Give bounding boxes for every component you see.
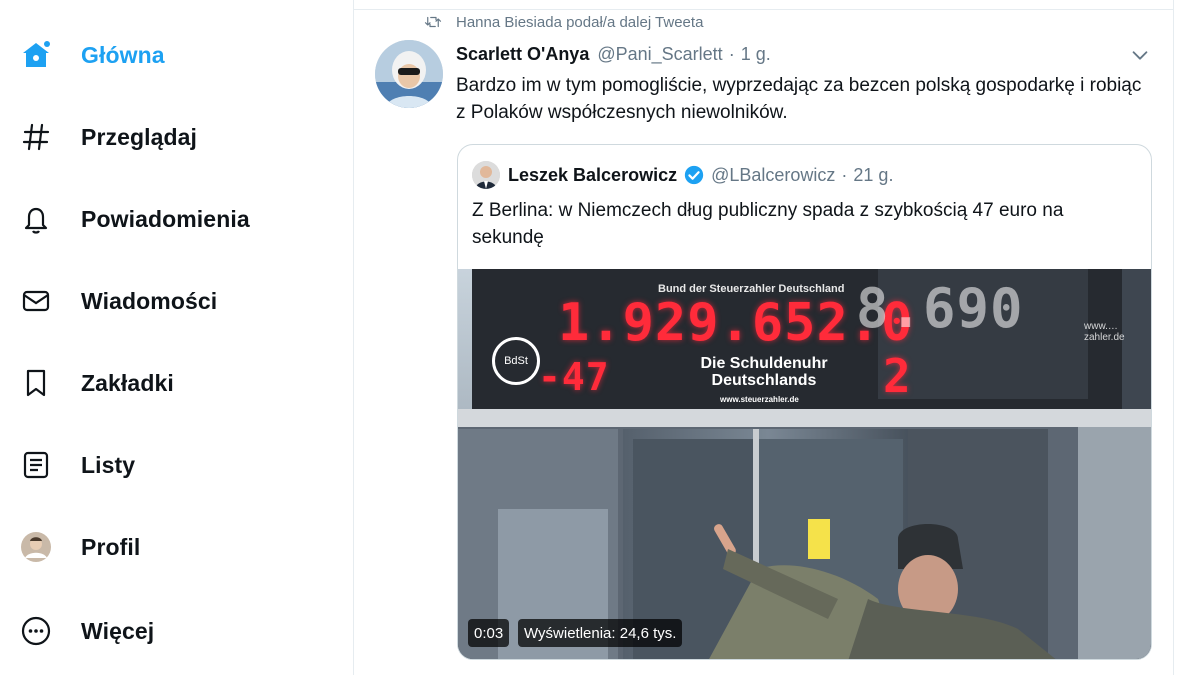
retweet-context-text: Hanna Biesiada podał/a dalej Tweeta (456, 13, 704, 31)
video-views-badge: Wyświetlenia: 24,6 tys. (518, 619, 683, 647)
quoted-author-name: Leszek Balcerowicz (508, 164, 678, 185)
bdst-logo: BdSt (492, 337, 540, 385)
video-time-badge: 0:03 (468, 619, 510, 647)
nav-item-explore[interactable]: Przeglądaj (18, 112, 197, 162)
video-player[interactable]: Bund der Steuerzahler Deutschland 1.929.… (458, 269, 1151, 659)
clock-right-sub-number: 2 (883, 349, 912, 403)
author-name[interactable]: Scarlett O'Anya (456, 44, 589, 65)
separator-dot: · (728, 44, 735, 64)
quoted-tweet-header: Leszek Balcerowicz @LBalcerowicz · 21 g. (472, 161, 893, 189)
bell-icon (18, 201, 54, 237)
author-avatar[interactable] (375, 40, 443, 108)
tweet-header: Scarlett O'Anya @Pani_Scarlett · 1 g. (456, 44, 771, 65)
nav-label-home: Główna (81, 41, 165, 68)
nav-label-notifications: Powiadomienia (81, 205, 250, 232)
hashtag-icon (18, 119, 54, 155)
clock-right-number: 8.690 (856, 277, 1024, 340)
chevron-down-icon[interactable] (1129, 44, 1151, 66)
nav-item-messages[interactable]: Wiadomości (18, 276, 217, 326)
timeline: Hanna Biesiada podał/a dalej Tweeta Scar… (354, 0, 1174, 675)
nav-label-messages: Wiadomości (81, 287, 218, 314)
sidebar-nav: Główna Przeglądaj Powiadomienia Wiadomoś… (0, 0, 354, 675)
clock-title: Die Schuldenuhr Deutschlands (700, 355, 828, 389)
clock-sub-number: -47 (538, 355, 610, 399)
home-icon (18, 37, 54, 73)
quoted-author-handle: @LBalcerowicz (711, 164, 836, 185)
clock-right-website: www.…zahler.de (1084, 321, 1125, 343)
quoted-tweet[interactable]: Leszek Balcerowicz @LBalcerowicz · 21 g.… (457, 144, 1152, 660)
list-icon (18, 447, 54, 483)
mail-icon (18, 283, 54, 319)
nav-label-more: Więcej (81, 617, 155, 644)
nav-item-lists[interactable]: Listy (18, 440, 135, 490)
more-circle-icon (18, 613, 54, 649)
nav-item-profile[interactable]: Profil (18, 522, 140, 572)
nav-item-notifications[interactable]: Powiadomienia (18, 194, 250, 244)
quoted-tweet-text: Z Berlina: w Niemczech dług publiczny sp… (472, 200, 1064, 248)
nav-label-profile: Profil (81, 533, 141, 560)
nav-item-home[interactable]: Główna (18, 30, 165, 80)
nav-label-lists: Listy (81, 451, 136, 478)
quoted-author-avatar (472, 161, 500, 189)
nav-label-bookmarks: Zakładki (81, 369, 174, 396)
retweet-icon (424, 16, 442, 28)
tweet-time[interactable]: 1 g. (741, 44, 771, 65)
bookmark-icon (18, 365, 54, 401)
tweet-text: Bardzo im w tym pomogliście, wyprzedając… (456, 75, 1142, 123)
retweet-context[interactable]: Hanna Biesiada podał/a dalej Tweeta (424, 13, 703, 31)
separator-dot: · (841, 164, 848, 185)
nav-label-explore: Przeglądaj (81, 123, 198, 150)
profile-avatar (18, 529, 54, 565)
clock-website: www.steuerzahler.de (720, 395, 799, 404)
author-handle[interactable]: @Pani_Scarlett (597, 44, 722, 65)
verified-badge-icon (684, 165, 704, 185)
divider (354, 9, 1173, 10)
quoted-tweet-time: 21 g. (853, 164, 894, 185)
nav-item-bookmarks[interactable]: Zakładki (18, 358, 174, 408)
nav-item-more[interactable]: Więcej (18, 606, 154, 656)
